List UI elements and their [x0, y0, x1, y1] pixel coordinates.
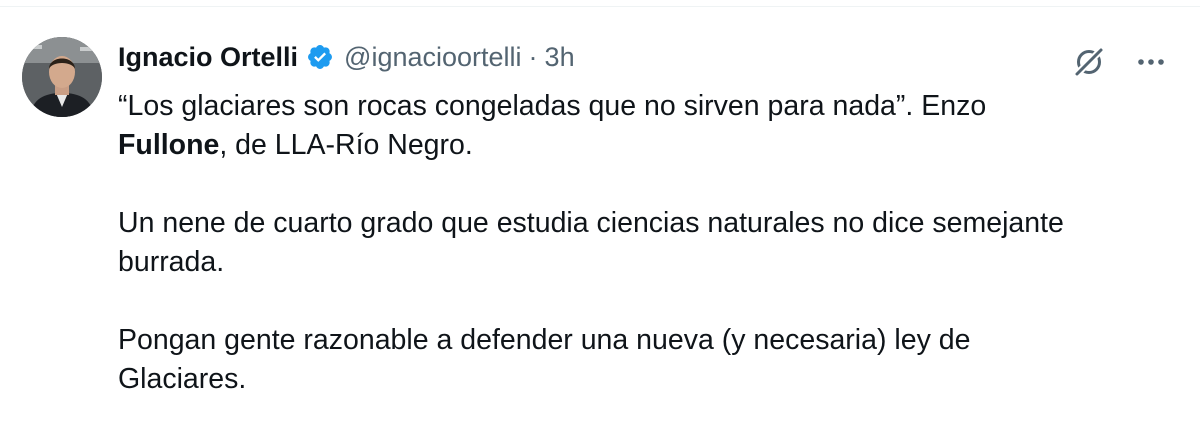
party-text: , de LLA-Río Negro.: [219, 129, 473, 161]
paragraph-3-line-2: Glaciares.: [118, 363, 247, 395]
profile-photo-icon: [22, 37, 102, 117]
tweet[interactable]: Ignacio Ortelli @ignacioortelli · 3h “Lo…: [0, 7, 1200, 426]
verified-badge-icon[interactable]: [306, 43, 334, 71]
tweet-paragraph-1: “Los glaciares son rocas congeladas que …: [118, 87, 1178, 165]
tweet-actions: [1072, 45, 1168, 79]
paragraph-3-line-1: Pongan gente razonable a defender una nu…: [118, 324, 971, 356]
tweet-header: Ignacio Ortelli @ignacioortelli · 3h: [118, 39, 575, 75]
paragraph-2-line-1: Un nene de cuarto grado que estudia cien…: [118, 207, 1064, 239]
display-name[interactable]: Ignacio Ortelli: [118, 39, 298, 75]
quote-text: “Los glaciares son rocas congeladas que …: [118, 90, 987, 122]
bold-name: Fullone: [118, 129, 220, 161]
avatar[interactable]: [22, 37, 102, 117]
grok-icon[interactable]: [1072, 45, 1106, 79]
timestamp[interactable]: 3h: [545, 39, 575, 75]
author-handle[interactable]: @ignacioortelli: [344, 39, 522, 75]
tweet-text: “Los glaciares son rocas congeladas que …: [118, 87, 1178, 399]
more-options-icon[interactable]: [1134, 45, 1168, 79]
tweet-paragraph-3: Pongan gente razonable a defender una nu…: [118, 321, 1178, 399]
header-separator: ·: [528, 42, 538, 72]
paragraph-2-line-2: burrada.: [118, 246, 225, 278]
tweet-paragraph-2: Un nene de cuarto grado que estudia cien…: [118, 204, 1178, 282]
